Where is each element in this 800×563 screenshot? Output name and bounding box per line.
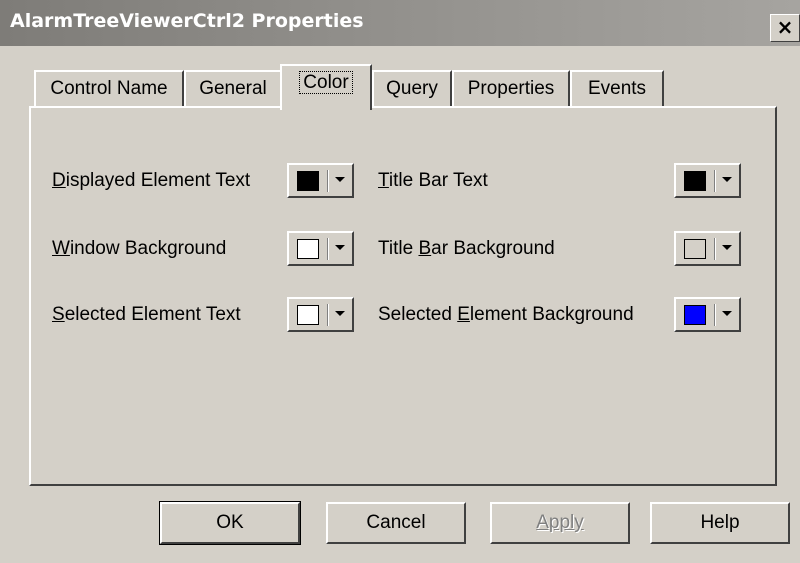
dropdown-arrow-icon [335,177,345,182]
window-background-color-picker[interactable] [287,231,354,266]
tab-properties[interactable]: Properties [452,70,570,106]
apply-button-label: Apply [536,512,584,533]
properties-dialog: AlarmTreeViewerCtrl2 Properties × Contro… [0,0,800,563]
tab-label: Events [587,78,647,99]
title-bar-text-color-picker[interactable] [674,163,741,198]
selected-element-background-color-picker[interactable] [674,297,741,332]
tab-query[interactable]: Query [372,70,452,106]
picker-separator [714,238,716,260]
picker-separator [714,304,716,326]
tab-label: Control Name [50,78,168,99]
title-bar-text-label: Title Bar Text [378,170,488,191]
close-button[interactable]: × [770,14,800,42]
window-background-label: Window Background [52,238,227,259]
displayed-element-text-label: Displayed Element Text [52,170,251,191]
dropdown-arrow-icon [722,245,732,250]
dropdown-arrow-icon [722,177,732,182]
tab-general[interactable]: General [184,70,282,106]
color-swatch [297,305,319,325]
window-title: AlarmTreeViewerCtrl2 Properties [10,10,364,32]
tab-label: Color [299,71,353,94]
selected-element-background-label: Selected Element Background [378,304,634,325]
ok-button[interactable]: OK [159,501,301,545]
apply-button[interactable]: Apply [490,502,630,544]
ok-button-label: OK [216,512,244,533]
selected-element-text-color-picker[interactable] [287,297,354,332]
tab-label: General [199,78,267,99]
title-bar[interactable]: AlarmTreeViewerCtrl2 Properties × [0,0,800,46]
displayed-element-text-color-picker[interactable] [287,163,354,198]
dropdown-arrow-icon [722,311,732,316]
title-bar-background-color-picker[interactable] [674,231,741,266]
picker-separator [327,304,329,326]
color-swatch [297,171,319,191]
color-swatch [684,305,706,325]
tab-color[interactable]: Color [280,64,372,110]
tab-control-name[interactable]: Control Name [34,70,184,106]
picker-separator [327,238,329,260]
selected-element-text-label: Selected Element Text [52,304,241,325]
help-button-label: Help [700,512,740,533]
color-swatch [684,239,706,259]
tab-label: Query [386,78,438,99]
tab-label: Properties [467,78,555,99]
color-tab-panel [29,106,777,486]
picker-separator [714,170,716,192]
color-swatch [297,239,319,259]
help-button[interactable]: Help [650,502,790,544]
color-swatch [684,171,706,191]
tab-events[interactable]: Events [570,70,664,106]
cancel-button-label: Cancel [366,512,426,533]
title-bar-background-label: Title Bar Background [378,238,555,259]
dropdown-arrow-icon [335,245,345,250]
dropdown-arrow-icon [335,311,345,316]
cancel-button[interactable]: Cancel [326,502,466,544]
picker-separator [327,170,329,192]
